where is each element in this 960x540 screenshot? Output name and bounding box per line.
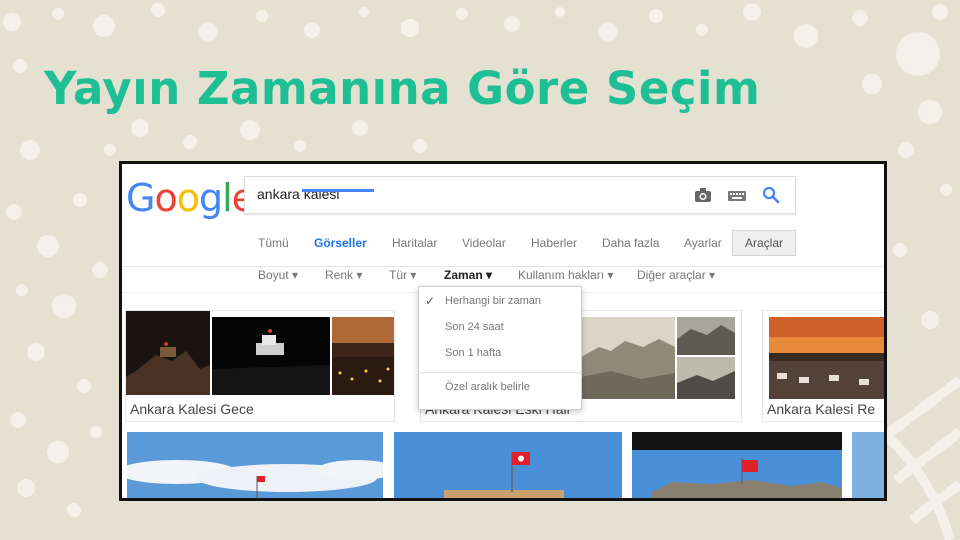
thumbnail-image: [332, 317, 394, 395]
tools-button[interactable]: Araçlar: [732, 230, 796, 256]
search-box: [244, 176, 796, 214]
tab-settings[interactable]: Ayarlar: [684, 236, 722, 250]
thumbnail-image: [126, 311, 210, 395]
filter-type[interactable]: Tür ▾: [389, 268, 416, 282]
menu-item-past-week[interactable]: Son 1 hafta: [445, 347, 501, 359]
active-tab-indicator: [302, 189, 374, 192]
image-result[interactable]: [632, 432, 842, 501]
check-icon: ✓: [425, 294, 436, 308]
logo-letter: l: [222, 176, 233, 220]
menu-item-custom-range[interactable]: Özel aralık belirle: [445, 381, 530, 393]
tab-videos[interactable]: Videolar: [462, 236, 506, 250]
image-result[interactable]: [394, 432, 622, 501]
image-group-card[interactable]: Ankara Kalesi Re: [762, 310, 884, 422]
image-group-caption: Ankara Kalesi Gece: [130, 401, 254, 417]
thumbnail-image: [581, 317, 675, 399]
tab-more[interactable]: Daha fazla: [602, 236, 659, 250]
menu-divider: [419, 372, 581, 373]
filter-time[interactable]: Zaman ▾: [444, 268, 492, 282]
menu-item-past-24-hours[interactable]: Son 24 saat: [445, 321, 504, 333]
image-group-card[interactable]: Ankara Kalesi Gece: [125, 310, 395, 422]
filter-more-tools[interactable]: Diğer araçlar ▾: [637, 268, 715, 282]
filter-color[interactable]: Renk ▾: [325, 268, 362, 282]
thumbnail-image: [769, 317, 884, 399]
image-result[interactable]: [127, 432, 383, 501]
logo-letter: G: [126, 176, 155, 220]
logo-letter: o: [154, 176, 177, 220]
slide-title: Yayın Zamanına Göre Seçim: [44, 62, 761, 115]
thumbnail-image: [677, 317, 735, 355]
search-icon[interactable]: [761, 185, 781, 205]
thumbnail-image: [212, 317, 330, 395]
tab-images[interactable]: Görseller: [314, 236, 367, 250]
logo-letter: o: [176, 176, 200, 220]
image-result[interactable]: [852, 432, 884, 501]
image-group-caption: Ankara Kalesi Re: [767, 401, 876, 417]
camera-icon[interactable]: [693, 185, 713, 205]
menu-item-any-time[interactable]: Herhangi bir zaman: [445, 295, 541, 307]
tab-maps[interactable]: Haritalar: [392, 236, 437, 250]
filter-usage-rights[interactable]: Kullanım hakları ▾: [518, 268, 613, 282]
time-filter-menu: ✓ Herhangi bir zaman Son 24 saat Son 1 h…: [418, 286, 582, 410]
tab-all[interactable]: Tümü: [258, 236, 289, 250]
keyboard-icon[interactable]: [727, 185, 747, 205]
logo-letter: g: [198, 176, 223, 220]
google-logo[interactable]: Google: [126, 176, 255, 220]
filter-size[interactable]: Boyut ▾: [258, 268, 298, 282]
thumbnail-image: [677, 357, 735, 399]
google-images-screenshot: Google Tümü Görseller Haritalar Videolar…: [119, 161, 887, 501]
divider: [122, 266, 884, 267]
tab-news[interactable]: Haberler: [531, 236, 577, 250]
